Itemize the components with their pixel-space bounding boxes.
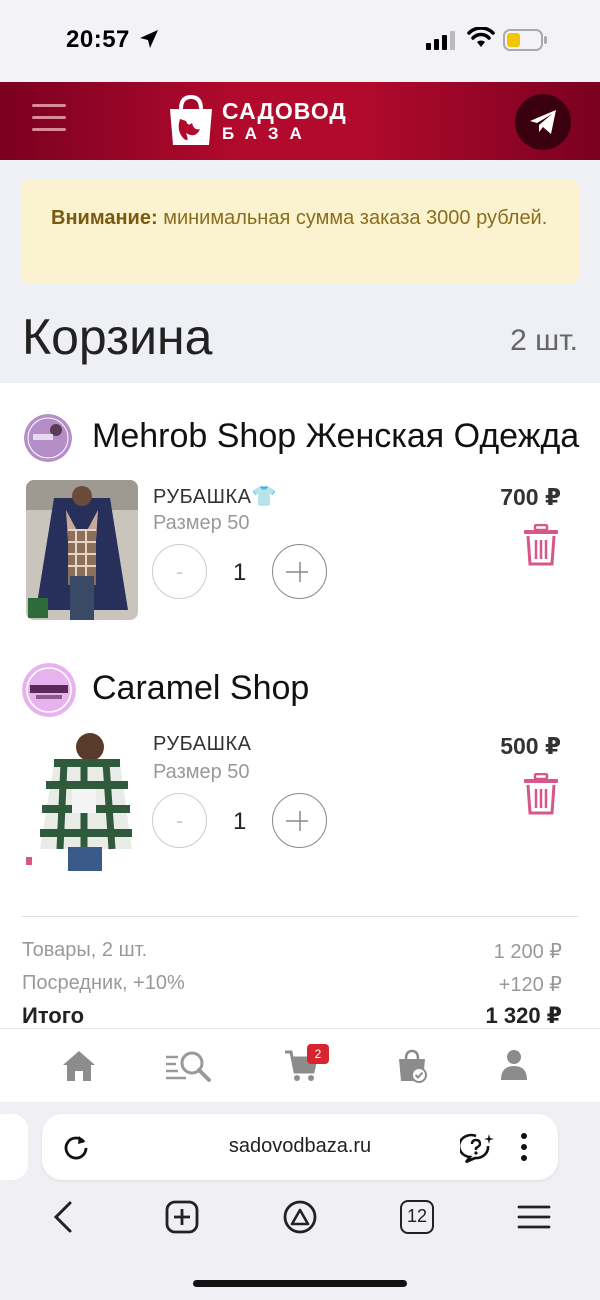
shop-name[interactable]: Caramel Shop [92,669,582,708]
status-time: 20:57 [66,26,130,53]
product-name[interactable]: РУБАШКА👕 [153,484,277,509]
product-price: 500 ₽ [500,733,561,759]
more-options-icon[interactable] [518,1132,530,1162]
increase-qty-button[interactable] [272,793,327,848]
bottom-navigation: 2 [0,1028,600,1102]
shop-avatar[interactable] [22,663,76,717]
summary-goods-label: Товары, 2 шт. [22,939,148,961]
shop-avatar[interactable] [24,414,72,462]
back-icon[interactable] [50,1200,76,1234]
new-tab-icon[interactable] [165,1200,199,1234]
logo-title: САДОВОД [222,98,347,124]
cart-item-count: 2 шт. [510,324,578,357]
min-order-notice: Внимание: минимальная сумма заказа 3000 … [21,180,579,283]
cart-content: Mehrob Shop Женская Одежда РУБАШКА👕 Разм… [0,383,600,1028]
shopping-bag-logo-icon [170,95,212,145]
product-image[interactable] [24,729,138,871]
browser-chrome: sadovodbaza.ru 12 [0,1102,600,1300]
trash-icon[interactable] [522,773,560,815]
quantity-value: 1 [233,808,247,835]
status-bar: 20:57 [0,0,600,82]
summary-fee-label: Посредник, +10% [22,972,185,994]
previous-tab-pill[interactable] [0,1114,28,1180]
telegram-button[interactable] [515,94,571,150]
menu-icon[interactable] [32,104,66,132]
plus-icon [285,561,308,582]
site-logo[interactable]: САДОВОД БАЗА [166,94,347,148]
decrease-qty-button[interactable]: - [152,544,207,599]
summary-total-label: Итого [22,1003,85,1028]
tabs-count-button[interactable]: 12 [400,1200,434,1234]
trash-icon[interactable] [522,524,560,566]
plus-icon [285,810,308,831]
cart-badge: 2 [307,1044,329,1064]
summary-goods-value: 1 200 ₽ [493,941,562,963]
assistant-chat-icon[interactable] [460,1132,496,1164]
notice-text: минимальная сумма заказа 3000 рублей. [157,207,548,229]
orders-icon[interactable] [397,1049,427,1083]
summary-total-value: 1 320 ₽ [485,1003,562,1028]
telegram-icon [530,110,556,134]
summary-goods-row: Товары, 2 шт. 1 200 ₽ [22,939,562,963]
quantity-value: 1 [233,559,247,586]
logo-subtitle: БАЗА [222,124,313,143]
menu-lines-icon[interactable] [517,1200,551,1234]
summary-total-row: Итого 1 320 ₽ [22,1003,562,1028]
notice-label: Внимание: [51,207,158,229]
product-size: Размер 50 [153,761,250,783]
battery-icon [503,29,547,51]
home-icon[interactable] [61,1049,97,1083]
wifi-icon [467,27,495,47]
product-name[interactable]: РУБАШКА [153,733,251,756]
product-size: Размер 50 [153,512,250,534]
cellular-signal-icon [426,31,455,50]
address-bar[interactable]: sadovodbaza.ru [42,1114,558,1180]
decrease-qty-button[interactable]: - [152,793,207,848]
increase-qty-button[interactable] [272,544,327,599]
home-indicator[interactable] [193,1280,407,1287]
search-icon[interactable] [164,1049,212,1083]
app-header: САДОВОД БАЗА [0,82,600,160]
summary-divider [22,916,578,917]
page-title: Корзина [22,309,213,365]
profile-icon[interactable] [500,1049,528,1081]
summary-fee-row: Посредник, +10% +120 ₽ [22,972,562,996]
product-price: 700 ₽ [500,484,561,510]
summary-fee-value: +120 ₽ [498,974,562,996]
shop-name[interactable]: Mehrob Shop Женская Одежда [92,417,582,456]
alice-assistant-icon[interactable] [282,1200,318,1234]
product-image[interactable] [26,480,138,620]
location-arrow-icon [140,30,158,48]
